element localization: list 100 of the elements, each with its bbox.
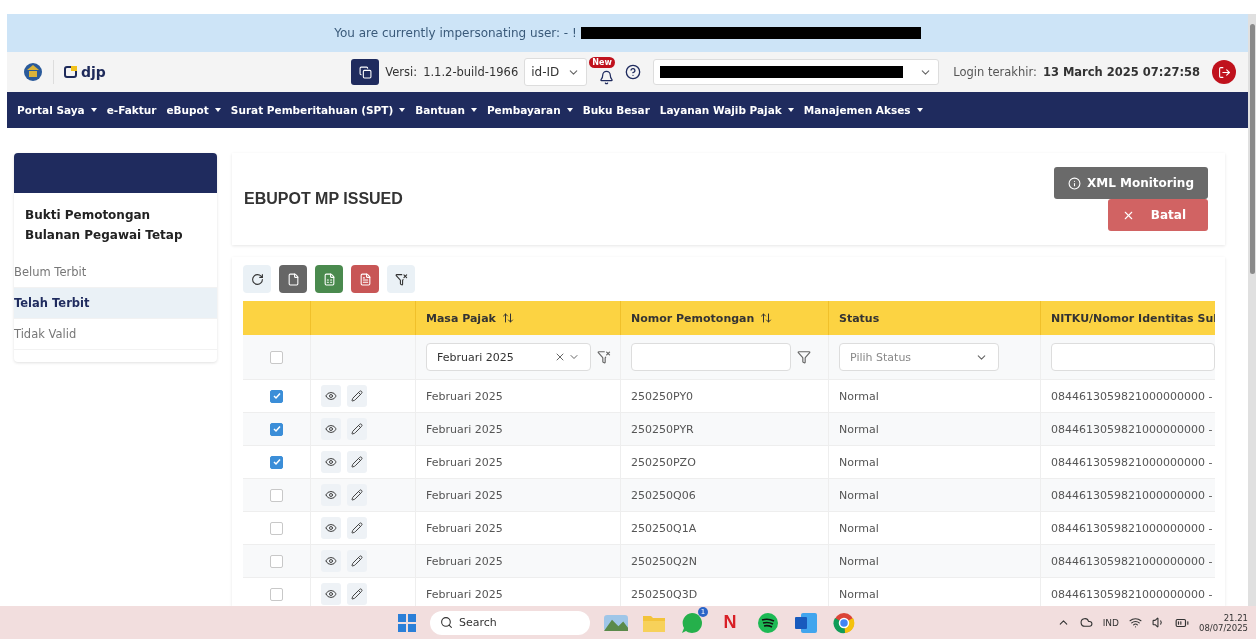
table-cell: Normal xyxy=(828,479,1040,511)
app-letter-icon[interactable]: N xyxy=(723,612,737,633)
copy-button[interactable] xyxy=(351,59,380,85)
version-text: 1.1.2-build-1966 xyxy=(423,65,519,79)
edit-button[interactable] xyxy=(347,418,367,440)
export-pdf-button[interactable] xyxy=(351,265,379,293)
table-cell: 250250PZO xyxy=(620,446,828,478)
table-cell: Februari 2025 xyxy=(415,512,620,544)
sort-icon[interactable] xyxy=(760,312,773,324)
logout-button[interactable] xyxy=(1212,60,1236,84)
row-checkbox[interactable] xyxy=(270,422,283,436)
table-cell: Normal xyxy=(828,380,1040,412)
wifi-icon[interactable] xyxy=(1129,616,1142,629)
nav-menu-item[interactable]: Bantuan xyxy=(415,104,477,116)
row-checkbox[interactable] xyxy=(270,455,283,469)
view-button[interactable] xyxy=(321,385,341,407)
nav-menu-item[interactable]: Surat Pemberitahuan (SPT) xyxy=(230,104,406,116)
clear-filter-button[interactable] xyxy=(387,265,415,293)
landscape-icon[interactable] xyxy=(604,612,628,633)
document-app-icon[interactable] xyxy=(795,612,817,633)
start-icon[interactable] xyxy=(398,613,416,632)
nav-menu-item[interactable]: Portal Saya xyxy=(17,104,97,116)
bell-icon xyxy=(598,70,614,85)
row-checkbox[interactable] xyxy=(270,554,283,568)
sidebar-item[interactable]: Telah Terbit xyxy=(14,288,217,319)
music-app-icon[interactable] xyxy=(757,611,779,634)
taskbar-search[interactable]: Search xyxy=(430,610,590,635)
eye-icon xyxy=(325,555,337,567)
clear-filter-icon[interactable] xyxy=(597,350,611,364)
table-cell: Normal xyxy=(828,512,1040,544)
sidebar-item[interactable]: Tidak Valid xyxy=(14,319,217,350)
row-checkbox[interactable] xyxy=(270,587,283,601)
edit-button[interactable] xyxy=(347,484,367,506)
view-button[interactable] xyxy=(321,517,341,539)
export-excel-button[interactable] xyxy=(315,265,343,293)
account-select[interactable] xyxy=(653,59,940,85)
volume-icon[interactable] xyxy=(1152,616,1165,629)
cancel-button[interactable]: Batal xyxy=(1107,199,1208,231)
dropdown-caret-icon xyxy=(787,108,794,112)
cloud-icon[interactable] xyxy=(1079,616,1093,629)
number-filter-field[interactable] xyxy=(631,343,791,371)
nav-menu-item[interactable]: e-Faktur xyxy=(106,104,157,116)
dropdown-caret-icon xyxy=(90,108,97,112)
filter-icon[interactable] xyxy=(797,350,811,364)
eye-icon xyxy=(325,423,337,435)
edit-button[interactable] xyxy=(347,550,367,572)
edit-button[interactable] xyxy=(347,451,367,473)
banner-text: You are currently impersonating user: - ! xyxy=(334,26,577,40)
table-cell: 250250Q1A xyxy=(620,512,828,544)
browser-icon[interactable] xyxy=(833,611,855,634)
export-file-button[interactable] xyxy=(279,265,307,293)
row-checkbox[interactable] xyxy=(270,488,283,502)
pencil-icon xyxy=(351,423,363,435)
nav-menu-item[interactable]: eBupot xyxy=(166,104,221,116)
taskbar-clock[interactable]: 21.21 08/07/2025 xyxy=(1199,612,1248,633)
pencil-icon xyxy=(351,555,363,567)
period-filter-select[interactable]: Februari 2025 xyxy=(426,343,591,371)
language-select[interactable]: id-ID xyxy=(524,58,588,86)
pencil-icon xyxy=(351,522,363,534)
refresh-icon xyxy=(250,272,264,286)
help-icon[interactable] xyxy=(625,64,642,80)
table-cell: 250250Q2N xyxy=(620,545,828,577)
table-cell: Februari 2025 xyxy=(415,545,620,577)
chat-icon[interactable] xyxy=(681,611,703,634)
row-checkbox[interactable] xyxy=(270,521,283,535)
sidebar-title: Bukti Pemotongan Bulanan Pegawai Tetap xyxy=(24,207,184,244)
search-icon xyxy=(440,616,453,629)
eye-icon xyxy=(325,489,337,501)
checkmark-icon xyxy=(272,392,281,400)
pencil-icon xyxy=(351,390,363,402)
table-cell: 0844613059821000000000 - xyxy=(1040,413,1215,445)
version-label: Versi: xyxy=(385,65,418,79)
nitku-filter-field[interactable] xyxy=(1051,343,1215,371)
nav-menu-item[interactable]: Buku Besar xyxy=(582,104,650,116)
view-button[interactable] xyxy=(321,418,341,440)
spreadsheet-icon xyxy=(322,272,336,286)
table-cell: Normal xyxy=(828,413,1040,445)
view-button[interactable] xyxy=(321,484,341,506)
edit-button[interactable] xyxy=(347,517,367,539)
language-indicator[interactable]: IND xyxy=(1102,617,1119,628)
view-button[interactable] xyxy=(321,583,341,605)
table-cell: Februari 2025 xyxy=(415,380,620,412)
view-button[interactable] xyxy=(321,550,341,572)
select-all-checkbox[interactable] xyxy=(270,350,283,364)
view-button[interactable] xyxy=(321,451,341,473)
row-checkbox[interactable] xyxy=(270,389,283,403)
status-filter-select[interactable]: Pilih Status xyxy=(839,343,999,371)
nav-menu-item[interactable]: Pembayaran xyxy=(486,104,573,116)
refresh-button[interactable] xyxy=(243,265,271,293)
clear-filter-icon xyxy=(394,272,408,286)
clear-icon[interactable] xyxy=(554,351,566,363)
sort-icon[interactable] xyxy=(501,312,514,324)
table-cell: 250250PYR xyxy=(620,413,828,445)
nav-menu-item[interactable]: Layanan Wajib Pajak xyxy=(659,104,794,116)
nav-menu-item[interactable]: Manajemen Akses xyxy=(803,104,923,116)
table-cell: 0844613059821000000000 - xyxy=(1040,446,1215,478)
login-time: 13 March 2025 07:27:58 xyxy=(1042,65,1200,79)
xml-monitoring-button[interactable]: XML Monitoring xyxy=(1054,167,1208,199)
edit-button[interactable] xyxy=(347,385,367,407)
edit-button[interactable] xyxy=(347,583,367,605)
